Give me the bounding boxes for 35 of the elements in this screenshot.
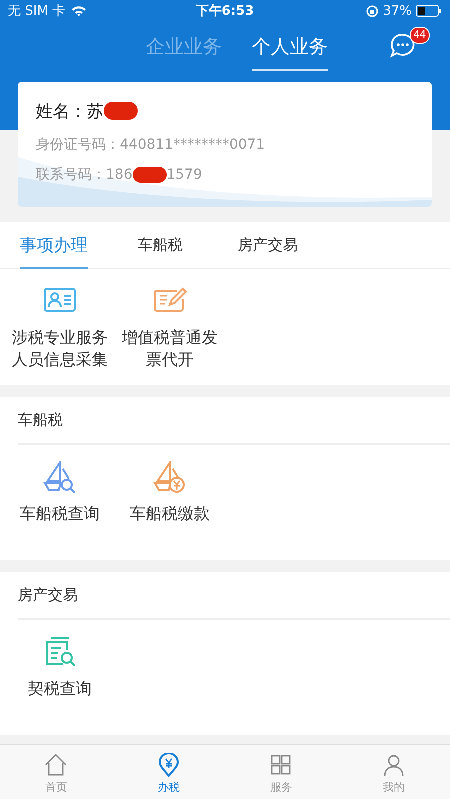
carrier-text: 无 SIM 卡 (8, 3, 66, 20)
name-value: 苏 (87, 100, 104, 122)
phone-suffix: 1579 (166, 167, 202, 183)
service-item[interactable]: 增值税普通发票代开 (115, 285, 225, 371)
chat-icon (390, 33, 416, 59)
nav-tab[interactable]: 我的 (338, 745, 450, 799)
id-number: 440811********0071 (120, 137, 266, 153)
section-title: 车船税 (18, 410, 63, 430)
section-title: 房产交易 (18, 586, 78, 604)
service-item[interactable]: 契税查询 (5, 636, 115, 700)
name-label: 姓名： (36, 100, 87, 122)
phone-label: 联系号码： (36, 166, 106, 184)
battery-percent: 37% (383, 4, 412, 18)
wifi-icon (70, 5, 87, 17)
service-item[interactable]: 车船税查询 (5, 461, 115, 525)
service-item[interactable]: 涉税专业服务人员信息采集 (5, 285, 115, 371)
location-pin-icon (156, 753, 181, 777)
message-button[interactable]: 44 (390, 27, 430, 59)
grid-icon (269, 753, 294, 777)
person-icon (382, 753, 406, 777)
battery-icon (416, 5, 442, 17)
id-label: 身份证号码： (36, 136, 120, 154)
header-tab[interactable]: 个人业务 (252, 30, 328, 71)
service-item[interactable]: 车船税缴款 (115, 461, 225, 525)
rotation-lock-icon (366, 4, 380, 18)
category-tab[interactable]: 事项办理 (20, 222, 88, 269)
phone-prefix: 186 (106, 167, 133, 183)
category-tab[interactable]: 房产交易 (238, 222, 298, 269)
nav-tab[interactable]: 首页 (0, 745, 112, 799)
status-time: 下午6:53 (196, 4, 254, 19)
nav-tab[interactable]: 办税 (112, 745, 225, 799)
home-icon (44, 753, 68, 777)
message-count-badge: 44 (410, 27, 430, 44)
category-tab[interactable]: 车船税 (138, 222, 183, 269)
nav-tab[interactable]: 服务 (225, 745, 338, 799)
